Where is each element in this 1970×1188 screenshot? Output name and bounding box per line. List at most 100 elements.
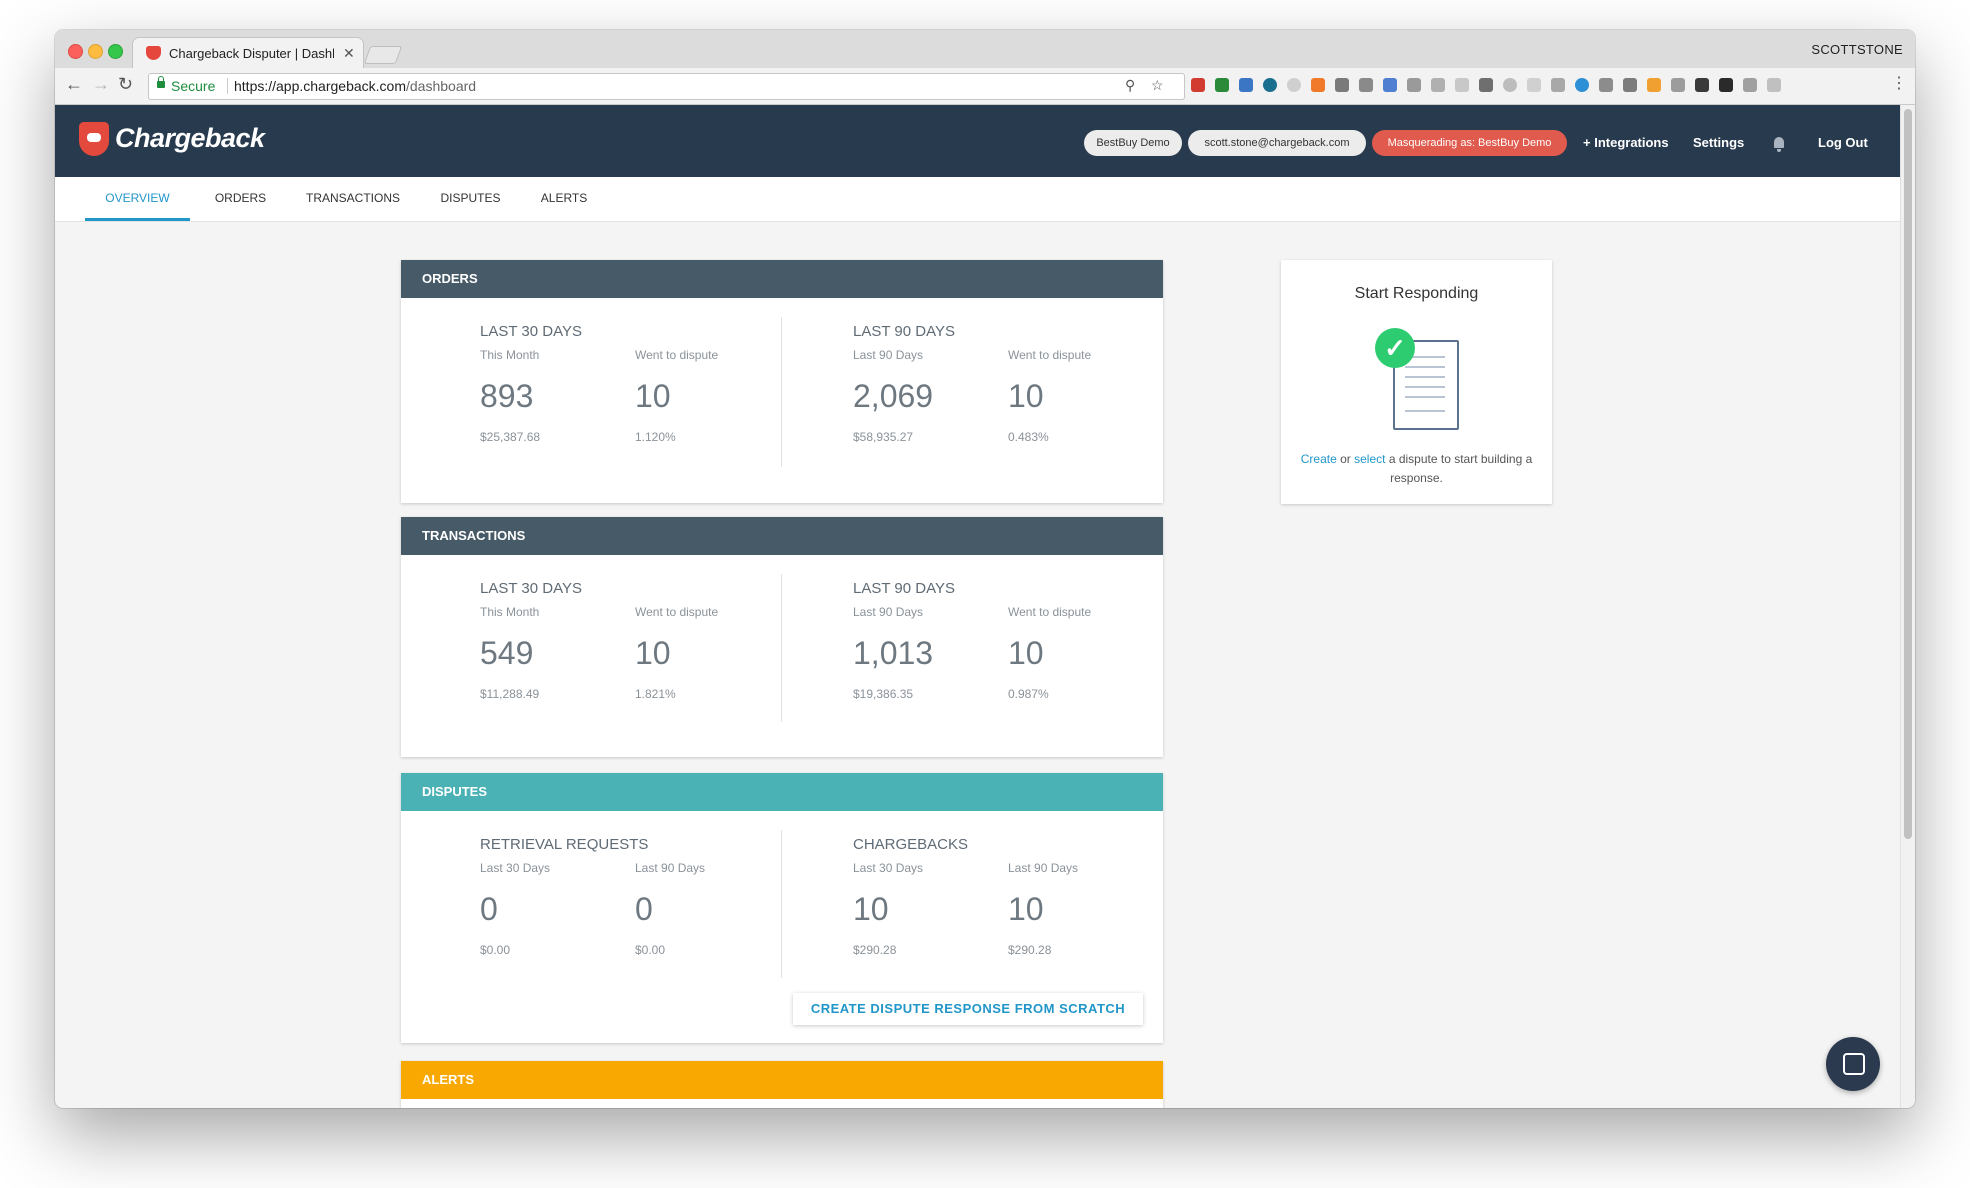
extension-icon[interactable] [1695,78,1709,92]
create-dispute-response-button[interactable]: CREATE DISPUTE RESPONSE FROM SCRATCH [793,993,1143,1025]
tab-disputes[interactable]: DISPUTES [427,177,514,219]
browser-tab[interactable]: Chargeback Disputer | Dashboard ✕ [133,38,363,68]
metric-value: 10 [1008,891,1044,927]
alerts-card: ALERTS [401,1061,1163,1108]
disputes-card: DISPUTES RETRIEVAL REQUESTS Last 30 Days… [401,773,1163,1043]
metric-subvalue: 1.821% [635,687,676,701]
extension-icon[interactable] [1239,78,1253,92]
extension-icon[interactable] [1575,78,1589,92]
metric-label: Last 90 Days [1008,861,1079,875]
section-title: LAST 30 DAYS [480,580,582,597]
side-card-text: Create or select a dispute to start buil… [1296,450,1537,488]
masquerade-pill[interactable]: Masquerading as: BestBuy Demo [1372,130,1567,156]
extension-icon[interactable] [1743,78,1757,92]
create-link[interactable]: Create [1301,452,1337,466]
metric-label: Last 30 Days [480,861,551,875]
extension-icon[interactable] [1191,78,1205,92]
section-title: LAST 90 DAYS [853,580,955,597]
profile-name[interactable]: SCOTTSTONE [1811,42,1903,57]
metric-subvalue: 1.120% [635,430,676,444]
extension-icon[interactable] [1383,78,1397,92]
extension-icon[interactable] [1455,78,1469,92]
side-card-title: Start Responding [1354,285,1479,302]
account-pill[interactable]: BestBuy Demo [1084,130,1182,156]
extension-icon[interactable] [1551,78,1565,92]
metric-value: 893 [480,378,534,414]
tab-orders[interactable]: ORDERS [203,177,278,219]
minimize-window-button[interactable] [88,44,103,59]
extension-icon[interactable] [1671,78,1685,92]
extension-icon[interactable] [1311,78,1325,92]
extension-icon[interactable] [1215,78,1229,92]
metric-subvalue: $0.00 [635,943,666,957]
receipt-line [1405,376,1445,378]
logout-link[interactable]: Log Out [1818,135,1868,150]
receipt-line [1405,410,1445,412]
metric-subvalue: $58,935.27 [853,430,914,444]
lock-icon [157,76,165,88]
metric-subvalue: $11,288.49 [480,687,540,701]
metric-subvalue: $290.28 [1008,943,1052,957]
extension-icon[interactable] [1335,78,1349,92]
page-scrollbar[interactable] [1900,105,1915,1108]
more-vertical-icon[interactable]: ⋮ [1891,73,1907,93]
forward-arrow-icon[interactable]: → [92,74,110,95]
extension-icon[interactable] [1407,78,1421,92]
zoom-icon[interactable]: ⚲ [1125,77,1135,94]
tab-transactions[interactable]: TRANSACTIONS [292,177,414,219]
star-icon[interactable]: ☆ [1151,77,1164,94]
metric-value: 1,013 [853,635,934,671]
extension-icon[interactable] [1623,78,1637,92]
metric-label: Last 90 Days [853,605,924,619]
extension-icon[interactable] [1503,78,1517,92]
settings-link[interactable]: Settings [1693,135,1744,150]
address-bar[interactable]: Secure https://app.chargeback.com/dashbo… [148,73,1185,100]
tab-close-icon[interactable]: ✕ [343,45,355,62]
title-bar: Chargeback Disputer | Dashboard ✕ SCOTTS… [55,30,1915,68]
metric-label: Last 90 Days [635,861,706,875]
chargeback-logo-icon[interactable] [79,122,109,156]
extension-icon[interactable] [1767,78,1781,92]
url-path: /dashboard [406,78,477,94]
bell-icon[interactable] [1774,137,1784,152]
metric-value: 10 [635,635,671,671]
browser-toolbar: ← → ↻ Secure https://app.chargeback.com/… [55,68,1915,105]
extension-icon[interactable] [1647,78,1661,92]
close-window-button[interactable] [68,44,83,59]
extension-icon[interactable] [1287,78,1301,92]
url-text[interactable]: https://app.chargeback.com/dashboard [234,78,476,94]
new-tab-button[interactable] [363,46,403,64]
maximize-window-button[interactable] [108,44,123,59]
orders-card-header: ORDERS [401,260,1163,298]
metric-subvalue: $25,387.68 [480,430,541,444]
extension-icon[interactable] [1263,78,1277,92]
extension-icon[interactable] [1431,78,1445,92]
email-pill[interactable]: scott.stone@chargeback.com [1188,130,1366,156]
tab-alerts[interactable]: ALERTS [529,177,599,219]
section-title: LAST 30 DAYS [480,323,582,340]
extension-icon[interactable] [1527,78,1541,92]
metric-value: 2,069 [853,378,934,414]
chat-icon[interactable] [1826,1037,1880,1091]
reload-icon[interactable]: ↻ [118,74,133,95]
metric-label: Last 90 Days [853,348,924,362]
scroll-thumb[interactable] [1904,109,1912,839]
extension-icon[interactable] [1719,78,1733,92]
main-nav-tabs: OVERVIEW ORDERS TRANSACTIONS DISPUTES AL… [55,177,1900,222]
chargeback-favicon-icon [146,46,161,60]
metric-value: 10 [1008,378,1044,414]
tab-overview[interactable]: OVERVIEW [85,177,190,221]
tab-title: Chargeback Disputer | Dashboard [169,46,334,61]
extension-icon[interactable] [1479,78,1493,92]
card-divider [781,830,782,978]
logo-text[interactable]: Chargeback [115,123,265,154]
card-divider [781,574,782,722]
select-link[interactable]: select [1354,452,1385,466]
extension-icon[interactable] [1359,78,1373,92]
integrations-link[interactable]: + Integrations [1583,135,1669,150]
metric-label: This Month [480,605,540,619]
extension-icon[interactable] [1599,78,1613,92]
metric-label: Went to dispute [1008,348,1092,362]
receipt-line [1405,366,1445,368]
back-arrow-icon[interactable]: ← [65,74,83,95]
